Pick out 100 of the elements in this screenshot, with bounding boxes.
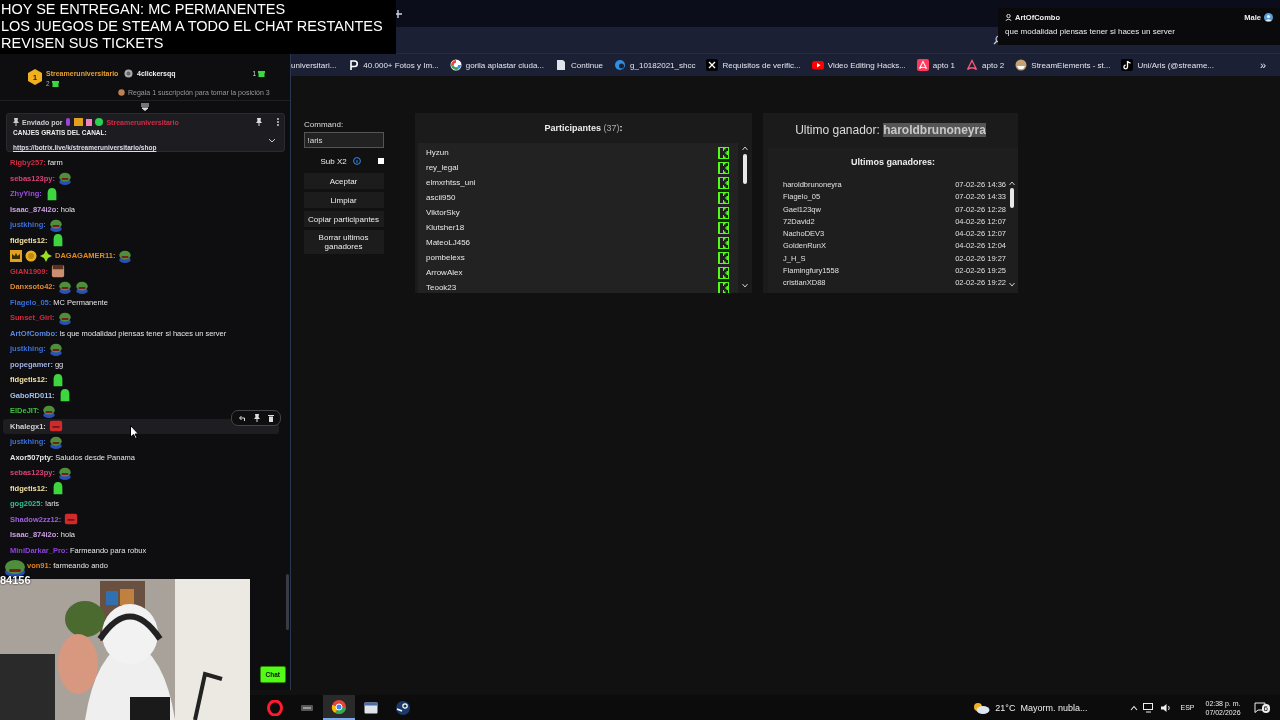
frog-emote-icon — [42, 403, 57, 418]
notification-count: 6 — [1261, 704, 1270, 713]
expand-icon[interactable] — [268, 137, 276, 143]
participant-name: pombelexs — [426, 253, 465, 262]
reply-icon[interactable] — [238, 413, 246, 422]
frog-emote-icon — [58, 171, 73, 186]
site-favicon-icon — [966, 59, 979, 71]
bookmark-link[interactable]: StreamElements - st... — [1015, 59, 1111, 71]
command-input-field[interactable]: !aris — [303, 132, 384, 148]
chevron-up-icon[interactable] — [1130, 704, 1139, 711]
action-button[interactable]: Aceptar — [303, 173, 384, 189]
action-button[interactable]: Copiar participantes — [303, 211, 384, 227]
gift-icon — [51, 80, 59, 87]
site-favicon-icon — [614, 59, 627, 71]
platform-icon — [718, 251, 729, 264]
rank-badge: 1 — [28, 69, 42, 85]
site-favicon-icon — [916, 59, 929, 71]
scrollbar[interactable] — [1007, 179, 1017, 289]
more-bookmarks-button[interactable]: » — [1259, 59, 1266, 71]
participant-name: Klutsher18 — [426, 223, 465, 232]
speaker-icon[interactable] — [1160, 702, 1173, 713]
new-tab-icon[interactable] — [394, 9, 402, 18]
action-button[interactable]: Limpiar — [303, 192, 384, 208]
frog-emote-icon — [4, 559, 26, 577]
winners-title: Ultimos ganadores: — [850, 156, 936, 169]
bookmark-link[interactable]: Continue — [555, 59, 604, 71]
action-button[interactable]: Borrar ultimos ganadores — [303, 230, 384, 254]
participant-name: rey_legal — [426, 163, 459, 172]
badges-icon — [65, 118, 104, 126]
participant-name: elmxrhtss_uni — [426, 178, 476, 187]
pin-icon[interactable] — [256, 118, 262, 126]
bookmark-link[interactable]: gorila aplastar ciuda... — [449, 59, 544, 71]
platform-icon — [718, 221, 729, 234]
emote-icon — [50, 264, 65, 279]
taskbar-app-button[interactable] — [323, 695, 355, 720]
bookmark-link[interactable]: Uni/Aris (@streame... — [1121, 59, 1215, 71]
temperature-text[interactable]: 21°C — [995, 702, 1016, 713]
network-icon[interactable] — [1143, 702, 1156, 713]
platform-icon — [718, 236, 729, 249]
user-icon — [1005, 14, 1012, 21]
browser-icon — [267, 699, 283, 716]
browser-icon — [331, 698, 347, 715]
emote-icon — [48, 419, 63, 434]
participant-name: Teook23 — [426, 283, 457, 292]
avatar-icon — [1264, 13, 1273, 22]
site-favicon-icon — [706, 59, 719, 71]
participant-name: Hyzun — [426, 148, 449, 157]
trash-icon[interactable] — [268, 413, 274, 422]
bookmark-link[interactable]: Requisitos de verific... — [706, 59, 801, 71]
frog-emote-icon — [75, 279, 89, 294]
site-favicon-icon — [1121, 59, 1134, 71]
notifications-button[interactable]: 6 — [1253, 702, 1270, 713]
bookmark-link[interactable]: g_10182021_shcc — [614, 59, 696, 71]
platform-icon — [718, 146, 729, 159]
steam-icon — [395, 699, 411, 716]
site-favicon-icon — [1015, 59, 1028, 71]
site-favicon-icon — [555, 59, 567, 71]
participant-name: ascii950 — [426, 193, 456, 202]
site-favicon-icon — [347, 59, 360, 71]
site-favicon-icon — [449, 59, 462, 71]
command-label: Command: — [304, 120, 344, 129]
bookmark-link[interactable]: apto 1 — [916, 59, 956, 71]
frog-emote-icon — [58, 279, 72, 294]
site-favicon-icon — [811, 59, 824, 71]
medal-icon — [118, 89, 125, 96]
frog-emote-icon — [58, 465, 73, 480]
bookmark-link[interactable]: Video Editing Hacks... — [811, 59, 906, 71]
overlay-text: REVISEN SUS TICKETS — [0, 35, 165, 52]
scrollbar[interactable] — [286, 574, 289, 630]
user-badge-icon — [124, 69, 133, 78]
pin-icon[interactable] — [254, 413, 260, 422]
bookmark-link[interactable]: apto 2 — [966, 59, 1005, 71]
last-winner-heading: Ultimo ganador: haroldbrunoneyra — [794, 122, 987, 139]
overlay-text: LOS JUEGOS DE STEAM A TODO EL CHAT RESTANTES — [0, 18, 384, 35]
platform-icon — [718, 206, 729, 219]
participant-name: MateoLJ456 — [426, 238, 471, 247]
overlay-text: HOY SE ENTREGAN: MC PERMANENTES — [0, 1, 287, 18]
platform-icon — [718, 176, 729, 189]
platform-icon — [718, 191, 729, 204]
mouse-cursor-icon — [130, 425, 139, 439]
info-icon[interactable] — [352, 157, 361, 165]
frog-emote-icon — [48, 434, 63, 449]
weather-icon[interactable] — [972, 700, 991, 715]
pin-icon — [13, 118, 19, 126]
emote-icon — [64, 512, 79, 527]
weather-text[interactable]: Mayorm. nubla... — [1020, 702, 1088, 713]
sub-option-label: Sub X2 — [320, 156, 347, 166]
frog-emote-icon — [118, 248, 133, 263]
collapse-icon[interactable] — [140, 103, 150, 111]
participant-name: ViktorSky — [426, 208, 460, 217]
sub-checkbox[interactable] — [377, 158, 384, 164]
bookmark-link[interactable]: universitari... — [291, 60, 337, 70]
platform-icon — [718, 161, 729, 174]
frog-emote-icon — [57, 310, 72, 325]
notification-message: que modalidad piensas tener si haces un server — [1005, 27, 1176, 36]
frog-emote-icon — [48, 341, 63, 356]
participants-heading: Participantes (37): — [543, 122, 624, 135]
gift-icon — [258, 70, 265, 77]
participant-name: ArrowAlex — [426, 268, 463, 277]
bookmark-link[interactable]: 40.000+ Fotos y Im... — [347, 59, 439, 71]
